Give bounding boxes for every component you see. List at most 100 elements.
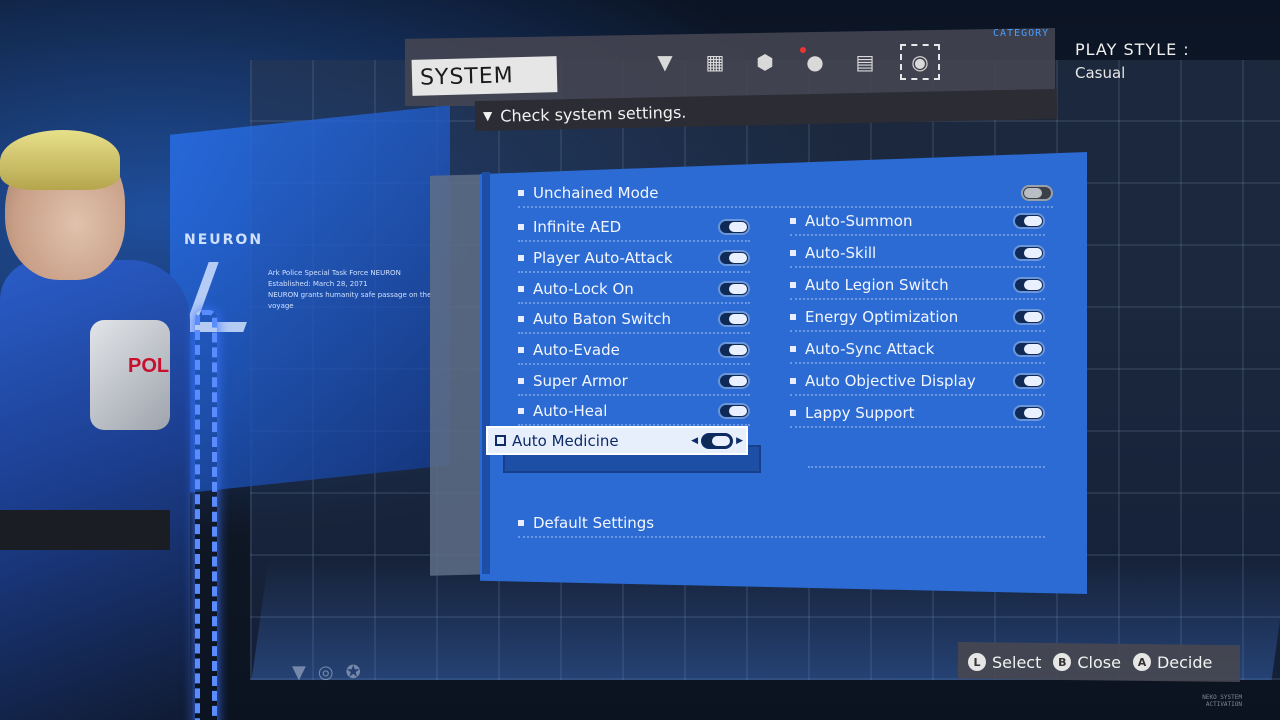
- neuron-copy-line: NEURON grants humanity safe passage on t…: [268, 291, 432, 310]
- bullet-icon: [790, 250, 796, 256]
- setting-label: Auto Medicine: [512, 431, 619, 450]
- panel-stripe: [482, 172, 490, 574]
- toggle-switch[interactable]: [718, 311, 750, 327]
- setting-label: Auto-Sync Attack: [805, 340, 935, 358]
- character-portrait: POL: [0, 90, 250, 720]
- setting-row-auto-evade[interactable]: Auto-Evade: [518, 337, 750, 365]
- toggle-switch[interactable]: [718, 250, 750, 266]
- dotted-divider: [790, 298, 1045, 300]
- button-hints: L Select B Close A Decide: [958, 642, 1240, 682]
- setting-row-auto-skill[interactable]: Auto-Skill: [790, 240, 1045, 268]
- setting-row-auto-legion-switch[interactable]: Auto Legion Switch: [790, 272, 1045, 300]
- dotted-divider: [518, 240, 750, 242]
- toggle-switch[interactable]: [718, 219, 750, 235]
- setting-row-auto-objective-display[interactable]: Auto Objective Display: [790, 368, 1045, 396]
- toggle-switch[interactable]: [718, 281, 750, 297]
- dotted-divider: [518, 332, 750, 334]
- setting-row-auto-heal[interactable]: Auto-Heal: [518, 398, 750, 426]
- toggle-switch[interactable]: [1013, 213, 1045, 229]
- setting-row-infinite-aed[interactable]: Infinite AED: [518, 214, 750, 242]
- setting-row-super-armor[interactable]: Super Armor: [518, 368, 750, 396]
- a-button-icon: A: [1132, 653, 1151, 671]
- crest-icon: ◎: [317, 662, 334, 683]
- setting-label: Auto Baton Switch: [533, 310, 672, 328]
- vest-lettering: POL: [128, 355, 170, 377]
- b-button-icon: B: [1053, 653, 1072, 671]
- dotted-divider: [790, 330, 1045, 332]
- character-hair: [0, 130, 120, 190]
- storage-icon[interactable]: ▤: [850, 47, 880, 77]
- close-hint[interactable]: B Close: [1053, 653, 1121, 672]
- toggle-switch[interactable]: [701, 432, 734, 449]
- dotted-divider: [790, 426, 1045, 428]
- bullet-icon: [518, 255, 524, 261]
- setting-row-auto-sync-attack[interactable]: Auto-Sync Attack: [790, 336, 1045, 364]
- setting-row-player-auto-attack[interactable]: Player Auto-Attack: [518, 245, 750, 273]
- category-label: CATEGORY: [993, 28, 1050, 39]
- decide-hint[interactable]: A Decide: [1132, 653, 1212, 672]
- toggle-switch[interactable]: [718, 342, 750, 358]
- nodes-icon[interactable]: ▦: [700, 47, 730, 77]
- triangle-down-icon: ▼: [482, 108, 493, 123]
- select-label: Select: [992, 652, 1042, 672]
- toggle-switch[interactable]: [718, 373, 750, 389]
- bottom-emblems: ▼ ◎ ✪: [292, 662, 361, 683]
- setting-row-energy-optimization[interactable]: Energy Optimization: [790, 304, 1045, 332]
- bullet-icon: [518, 316, 524, 322]
- bullet-icon: [518, 224, 524, 230]
- toggle-switch[interactable]: [1013, 309, 1045, 325]
- select-hint[interactable]: L Select: [968, 653, 1041, 672]
- setting-row-auto-summon[interactable]: Auto-Summon: [790, 208, 1045, 236]
- neuron-copy-line: Established: March 28, 2071: [268, 280, 368, 288]
- toggle-switch[interactable]: [718, 403, 750, 419]
- default-settings-row[interactable]: Default Settings: [518, 510, 1045, 538]
- setting-row-auto-medicine[interactable]: Auto Medicine ◀ ▶: [486, 426, 748, 455]
- dotted-divider: [790, 362, 1045, 364]
- bullet-icon: [518, 520, 524, 526]
- bullet-icon: [790, 282, 796, 288]
- setting-label: Auto-Skill: [805, 244, 877, 262]
- default-settings-label: Default Settings: [533, 514, 655, 532]
- corner-caption: NEKO SYSTEM ACTIVATION: [1202, 694, 1242, 708]
- close-label: Close: [1077, 652, 1121, 672]
- setting-row-auto-lock-on[interactable]: Auto-Lock On: [518, 276, 750, 304]
- toggle-switch[interactable]: [1021, 185, 1053, 201]
- arrow-left-icon[interactable]: ◀: [691, 436, 698, 446]
- character-belt: [0, 510, 170, 550]
- dotted-divider: [518, 363, 750, 365]
- dotted-divider: [518, 536, 1045, 538]
- dotted-divider: [518, 271, 750, 273]
- setting-label: Infinite AED: [533, 218, 622, 236]
- stick-button-icon: L: [968, 653, 986, 671]
- bullet-icon: [518, 347, 524, 353]
- toggle-switch[interactable]: [1013, 405, 1045, 421]
- bullet-icon: [518, 408, 524, 414]
- setting-row-unchained-mode[interactable]: Unchained Mode: [518, 180, 1053, 208]
- toggle-switch[interactable]: [1013, 373, 1045, 389]
- person-icon[interactable]: ●: [800, 47, 830, 77]
- toggle-switch[interactable]: [1013, 245, 1045, 261]
- bullet-icon: [790, 378, 796, 384]
- star-badge-icon: ✪: [345, 662, 361, 683]
- toggle-switch[interactable]: [1013, 277, 1045, 293]
- bullet-icon: [790, 410, 796, 416]
- neuron-emblem-icon: ▼: [292, 662, 306, 683]
- setting-label: Auto-Lock On: [533, 280, 634, 298]
- hexagon-emblem-icon[interactable]: ⬢: [750, 47, 780, 77]
- bullet-icon: [790, 346, 796, 352]
- toggle-icon[interactable]: ◉: [900, 44, 940, 80]
- setting-row-auto-baton-switch[interactable]: Auto Baton Switch: [518, 306, 750, 334]
- toggle-switch[interactable]: [1013, 341, 1045, 357]
- setting-label: Lappy Support: [805, 404, 915, 422]
- setting-row-lappy-support[interactable]: Lappy Support: [790, 400, 1045, 428]
- bullet-icon: [518, 286, 524, 292]
- dotted-divider: [790, 394, 1045, 396]
- arrow-right-icon[interactable]: ▶: [736, 436, 743, 446]
- bullet-icon: [518, 378, 524, 384]
- setting-label: Super Armor: [533, 372, 628, 390]
- diamond-badge-icon[interactable]: ▼: [650, 47, 680, 77]
- neuron-copy-line: Ark Police Special Task Force NEURON: [268, 269, 401, 277]
- dotted-divider: [518, 302, 750, 304]
- section-title: SYSTEM: [411, 56, 558, 96]
- dotted-divider: [808, 466, 1045, 468]
